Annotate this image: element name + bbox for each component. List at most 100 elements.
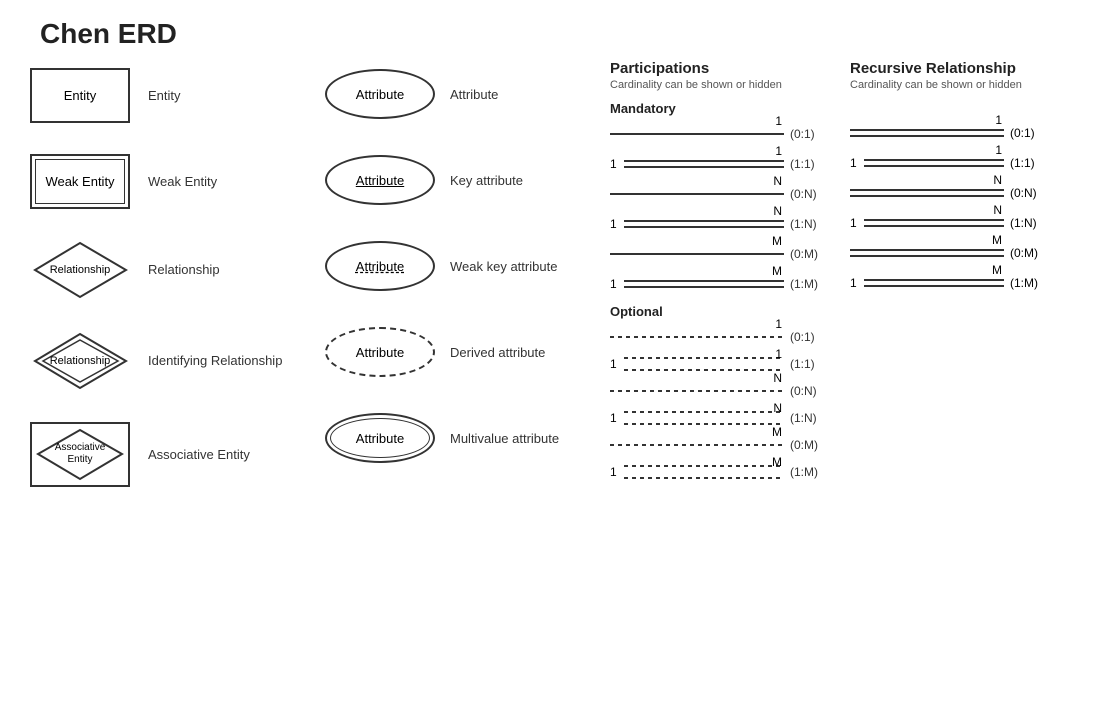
rec-card-0-N: (0:N) xyxy=(1010,186,1050,200)
shape-row-identifying-rel: Relationship Identifying Relationship xyxy=(20,323,320,398)
recursive-spacer xyxy=(850,101,1050,123)
rec-num-right-1-N: N xyxy=(993,203,1002,217)
part-row-mandatory-0-M: M (0:M) xyxy=(610,244,830,264)
part-card-0-1: (0:1) xyxy=(790,127,830,141)
part-opt-num-right-1-1: 1 xyxy=(775,347,782,361)
part-opt-num-right-1-M: M xyxy=(772,455,782,469)
part-line-mandatory-1-M: M xyxy=(624,274,784,294)
part-num-right-1-M: M xyxy=(772,264,782,278)
part-opt-num-right-0-N: N xyxy=(773,371,782,385)
rec-num-right-0-N: N xyxy=(993,173,1002,187)
weak-key-attribute-label: Weak key attribute xyxy=(450,259,557,274)
weak-entity-shape-label: Weak Entity xyxy=(45,174,114,189)
part-row-optional-0-M: M (0:M) xyxy=(610,435,830,455)
rec-left-1-N: 1 xyxy=(850,216,862,230)
rec-double-0-1 xyxy=(850,129,1004,137)
weak-key-attribute-ellipse-text: Attribute xyxy=(356,259,404,274)
part-row-optional-1-1: 1 1 (1:1) xyxy=(610,357,830,371)
entity-shape: Entity xyxy=(30,68,130,123)
solid-line-0-N xyxy=(610,193,784,195)
part-opt-left-1-N: 1 xyxy=(610,411,622,425)
rec-line-0-N: N xyxy=(850,183,1004,203)
part-line-optional-1-M: M xyxy=(624,465,784,479)
part-row-optional-0-1: 1 (0:1) xyxy=(610,327,830,347)
part-num-right-0-N: N xyxy=(773,174,782,188)
part-line-optional-1-1: 1 xyxy=(624,357,784,371)
rec-card-1-N: (1:N) xyxy=(1010,216,1050,230)
rec-num-right-1-1: 1 xyxy=(995,143,1002,157)
rec-line-1-1: 1 xyxy=(864,153,1004,173)
rec-line-0-M: M xyxy=(850,243,1004,263)
derived-attribute-label: Derived attribute xyxy=(450,345,545,360)
rec-double-0-M xyxy=(850,249,1004,257)
part-num-right-1-1: 1 xyxy=(775,144,782,158)
attribute-label: Attribute xyxy=(450,87,498,102)
rec-row-0-M: M (0:M) xyxy=(850,243,1050,263)
part-line-optional-0-M: M xyxy=(610,435,784,455)
dashed-line-opt-1-Na xyxy=(624,411,784,413)
derived-attribute-ellipse-container: Attribute xyxy=(320,325,440,380)
part-card-1-N: (1:N) xyxy=(790,217,830,231)
part-card-1-M: (1:M) xyxy=(790,277,830,291)
multivalue-attribute-ellipse-text: Attribute xyxy=(356,431,404,446)
part-line-mandatory-0-M: M xyxy=(610,244,784,264)
rec-left-1-M: 1 xyxy=(850,276,862,290)
double-line-1-1 xyxy=(624,160,784,168)
dashed-line-opt-0-1 xyxy=(610,336,784,338)
entity-label: Entity xyxy=(148,88,181,103)
part-line-mandatory-1-N: N xyxy=(624,214,784,234)
shape-row-weak-entity: Weak Entity Weak Entity xyxy=(20,146,320,216)
part-opt-left-1-1: 1 xyxy=(610,357,622,371)
weak-entity-shape: Weak Entity xyxy=(30,154,130,209)
rec-num-right-0-1: 1 xyxy=(995,113,1002,127)
part-opt-card-0-M: (0:M) xyxy=(790,438,830,452)
part-row-mandatory-0-N: N (0:N) xyxy=(610,184,830,204)
rec-row-1-N: 1 N (1:N) xyxy=(850,213,1050,233)
part-num-right-0-1: 1 xyxy=(775,114,782,128)
entity-shape-label: Entity xyxy=(64,88,97,103)
dashed-line-opt-1-Mb xyxy=(624,477,784,479)
part-num-right-1-N: N xyxy=(773,204,782,218)
key-attribute-ellipse: Attribute xyxy=(325,155,435,205)
key-attribute-label: Key attribute xyxy=(450,173,523,188)
part-row-optional-0-N: N (0:N) xyxy=(610,381,830,401)
rec-left-1-1: 1 xyxy=(850,156,862,170)
attributes-panel: Attribute Attribute Attribute Key attrib… xyxy=(320,60,600,510)
associative-entity-label: Associative Entity xyxy=(148,447,250,462)
weak-entity-shape-container: Weak Entity xyxy=(20,154,140,209)
part-line-mandatory-1-1: 1 xyxy=(624,154,784,174)
solid-line-0-1 xyxy=(610,133,784,135)
rec-double-1-M xyxy=(864,279,1004,287)
double-line-1-N xyxy=(624,220,784,228)
associative-entity-text: AssociativeEntity xyxy=(55,442,106,466)
part-card-0-N: (0:N) xyxy=(790,187,830,201)
derived-attribute-ellipse: Attribute xyxy=(325,327,435,377)
part-line-mandatory-0-N: N xyxy=(610,184,784,204)
identifying-relationship-shape: Relationship xyxy=(33,332,128,390)
part-opt-card-0-N: (0:N) xyxy=(790,384,830,398)
participations-panel: Participations Cardinality can be shown … xyxy=(600,60,830,510)
associative-entity-shape: AssociativeEntity xyxy=(30,422,130,487)
part-opt-left-1-M: 1 xyxy=(610,465,622,479)
multivalue-attribute-label: Multivalue attribute xyxy=(450,431,559,446)
recursive-subtitle: Cardinality can be shown or hidden xyxy=(850,79,1050,91)
associative-entity-shape-container: AssociativeEntity xyxy=(20,422,140,487)
part-left-1-N: 1 xyxy=(610,217,622,231)
part-row-mandatory-0-1: 1 (0:1) xyxy=(610,124,830,144)
solid-line-0-M xyxy=(610,253,784,255)
dashed-line-opt-1-1b xyxy=(624,369,784,371)
part-row-mandatory-1-1: 1 1 (1:1) xyxy=(610,154,830,174)
participations-title: Participations xyxy=(610,60,830,77)
key-attribute-ellipse-container: Attribute xyxy=(320,153,440,208)
rec-line-1-M: M xyxy=(864,273,1004,293)
part-opt-card-1-M: (1:M) xyxy=(790,465,830,479)
part-row-optional-1-N: 1 N (1:N) xyxy=(610,411,830,425)
shape-row-entity: Entity Entity xyxy=(20,60,320,130)
weak-key-attribute-ellipse-container: Attribute xyxy=(320,239,440,294)
mandatory-label: Mandatory xyxy=(610,101,830,116)
shape-row-associative-entity: AssociativeEntity Associative Entity xyxy=(20,414,320,494)
attr-row-multivalue-attribute: Attribute Multivalue attribute xyxy=(320,404,600,472)
rec-row-0-1: 1 (0:1) xyxy=(850,123,1050,143)
rec-double-1-1 xyxy=(864,159,1004,167)
dashed-line-opt-1-Ma xyxy=(624,465,784,467)
